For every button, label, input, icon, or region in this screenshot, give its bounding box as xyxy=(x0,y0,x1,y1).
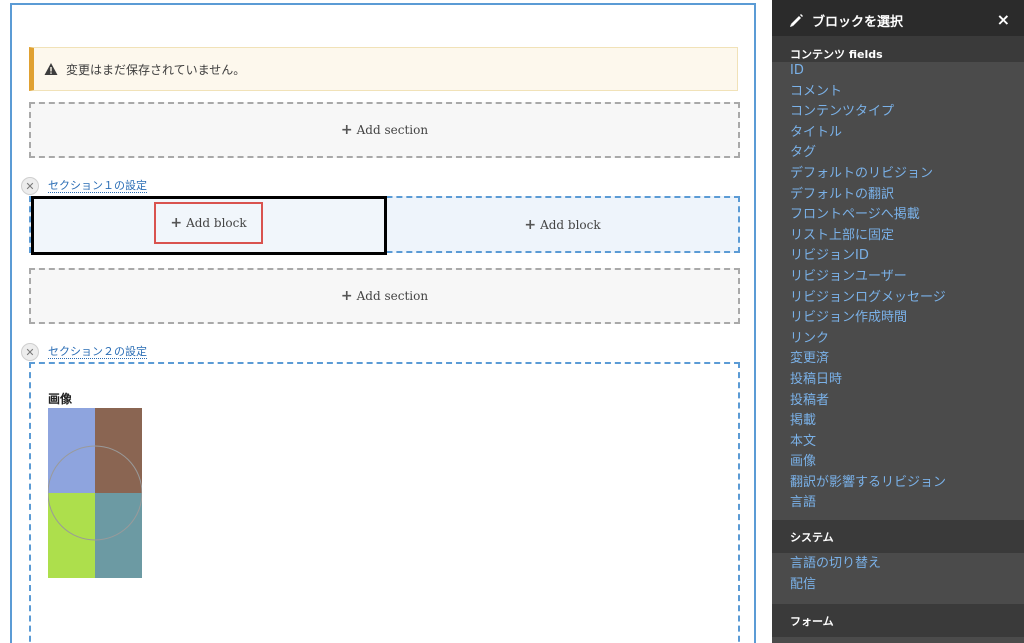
sidebar-block-link[interactable]: 本文 xyxy=(790,432,946,453)
section-1-config: ✕ セクション１の設定 xyxy=(21,177,147,195)
category-label: コンテンツ fields xyxy=(790,48,883,61)
sidebar-block-link[interactable]: 投稿日時 xyxy=(790,370,946,391)
sidebar-block-link[interactable]: フロントページへ掲載 xyxy=(790,205,946,226)
sidebar-block-link[interactable]: 言語の切り替え xyxy=(790,554,881,575)
sidebar-block-link[interactable]: デフォルトのリビジョン xyxy=(790,164,946,185)
sidebar-block-link[interactable]: 投稿者 xyxy=(790,391,946,412)
sidebar-block-link[interactable]: リビジョンユーザー xyxy=(790,267,946,288)
content-fields-list: ID コメント コンテンツタイプ タイトル タグ デフォルトのリビジョン デフォルトの翻訳フ… xyxy=(790,61,946,514)
sidebar-block-link[interactable]: 画像 xyxy=(790,452,946,473)
plus-icon: + xyxy=(170,215,183,231)
add-section-label: Add section xyxy=(356,289,429,303)
add-block-button-first[interactable]: + Add block xyxy=(154,202,263,244)
sidebar-category-form: フォーム xyxy=(772,604,1024,637)
section-2: 画像 xyxy=(29,362,740,643)
sidebar-header: ブロックを選択 × xyxy=(772,0,1024,41)
plus-icon: + xyxy=(340,122,353,138)
sidebar-block-link[interactable]: タイトル xyxy=(790,123,946,144)
sidebar-category-system: システム xyxy=(772,520,1024,553)
close-icon[interactable]: ✕ xyxy=(21,177,39,195)
category-label: システム xyxy=(790,530,834,544)
sidebar-block-link[interactable]: デフォルトの翻訳 xyxy=(790,185,946,206)
sidebar-block-link[interactable]: コメント xyxy=(790,82,946,103)
close-icon[interactable]: × xyxy=(997,11,1010,29)
section-1: + Add block + Add block xyxy=(29,196,740,255)
image-thumbnail[interactable] xyxy=(48,408,142,578)
block-selection-sidebar: ブロックを選択 × コンテンツ fields ID コメント コンテンツタイプ タイト… xyxy=(772,0,1024,643)
sidebar-block-link[interactable]: リビジョンログメッセージ xyxy=(790,288,946,309)
add-section-label: Add section xyxy=(356,123,429,137)
image-field-label: 画像 xyxy=(48,392,73,406)
section-1-region-first: + Add block xyxy=(31,196,387,255)
add-section-button-top[interactable]: + Add section xyxy=(29,102,740,158)
sidebar-block-link[interactable]: ID xyxy=(790,61,946,82)
add-block-label: Add block xyxy=(540,217,601,232)
plus-icon: + xyxy=(340,288,353,304)
add-block-button-second[interactable]: + Add block xyxy=(387,198,738,251)
unsaved-changes-notice: 変更はまだ保存されていません。 xyxy=(29,47,738,91)
system-list: 言語の切り替え 配信 xyxy=(790,554,881,595)
sidebar-block-link[interactable]: リビジョンID xyxy=(790,246,946,267)
section-1-config-link[interactable]: セクション１の設定 xyxy=(48,179,147,193)
add-section-button-middle[interactable]: + Add section xyxy=(29,268,740,324)
notice-text: 変更はまだ保存されていません。 xyxy=(66,62,246,77)
layout-preview: 変更はまだ保存されていません。 + Add section ✕ セクション１の設定… xyxy=(0,0,772,643)
sidebar-block-link[interactable]: 翻訳が影響するリビジョン xyxy=(790,473,946,494)
section-2-config-link[interactable]: セクション２の設定 xyxy=(48,345,147,359)
pencil-icon xyxy=(790,13,803,27)
category-label: フォーム xyxy=(790,614,834,628)
close-icon[interactable]: ✕ xyxy=(21,343,39,361)
section-2-config: ✕ セクション２の設定 xyxy=(21,343,147,361)
sidebar-title: ブロックを選択 xyxy=(812,15,904,30)
sidebar-block-link[interactable]: リンク xyxy=(790,329,946,350)
warning-icon xyxy=(44,63,58,75)
sidebar-category-content-fields: コンテンツ fields xyxy=(772,36,1024,62)
sidebar-block-link[interactable]: 配信 xyxy=(790,575,881,596)
add-block-label: Add block xyxy=(186,216,247,230)
sidebar-block-link[interactable]: 掲載 xyxy=(790,411,946,432)
sidebar-block-link[interactable]: リスト上部に固定 xyxy=(790,226,946,247)
sidebar-block-link[interactable]: コンテンツタイプ xyxy=(790,102,946,123)
sidebar-block-link[interactable]: タグ xyxy=(790,143,946,164)
plus-icon: + xyxy=(524,216,537,233)
sidebar-block-link[interactable]: 言語 xyxy=(790,493,946,514)
sidebar-block-link[interactable]: 変更済 xyxy=(790,349,946,370)
sidebar-block-link[interactable]: リビジョン作成時間 xyxy=(790,308,946,329)
